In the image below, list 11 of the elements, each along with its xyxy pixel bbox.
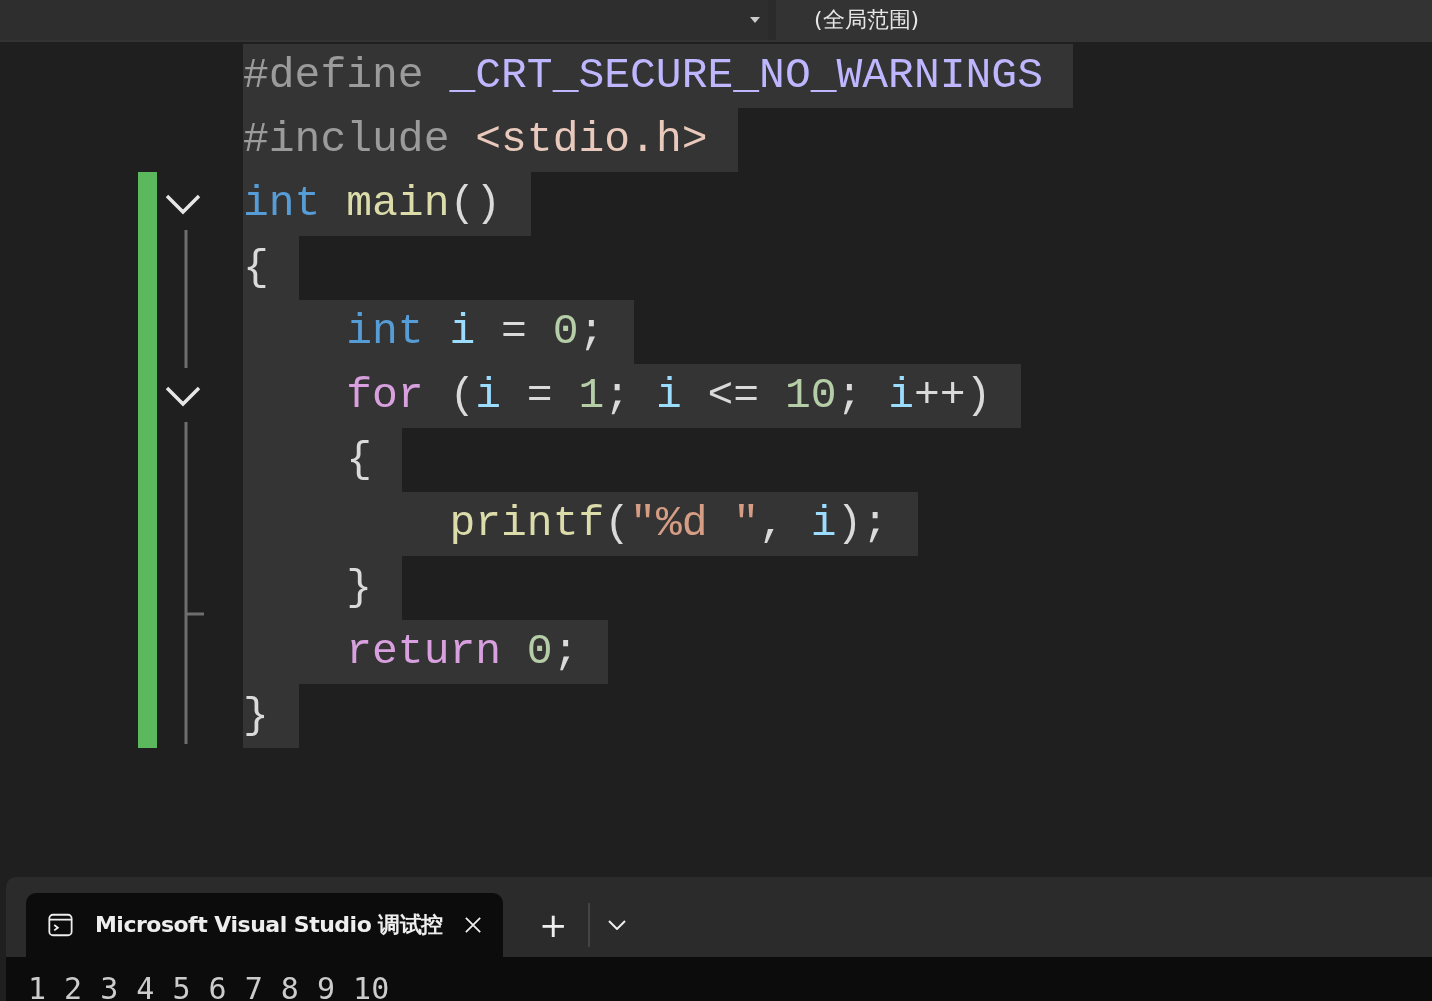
- chevron-down-icon[interactable]: [165, 193, 201, 215]
- chevron-down-icon[interactable]: [165, 385, 201, 407]
- tab-title: Microsoft Visual Studio 调试控: [94, 911, 443, 939]
- new-tab-button[interactable]: +: [533, 905, 574, 945]
- scope-dropdown[interactable]: (全局范围): [776, 0, 1432, 40]
- close-icon[interactable]: [464, 916, 481, 934]
- caret-icon: [750, 17, 760, 23]
- console-output: 1 2 3 4 5 6 7 8 9 10: [28, 970, 391, 1001]
- chevron-down-icon[interactable]: [607, 920, 626, 930]
- console-icon: [48, 912, 73, 938]
- terminal-tab[interactable]: Microsoft Visual Studio 调试控: [26, 893, 503, 957]
